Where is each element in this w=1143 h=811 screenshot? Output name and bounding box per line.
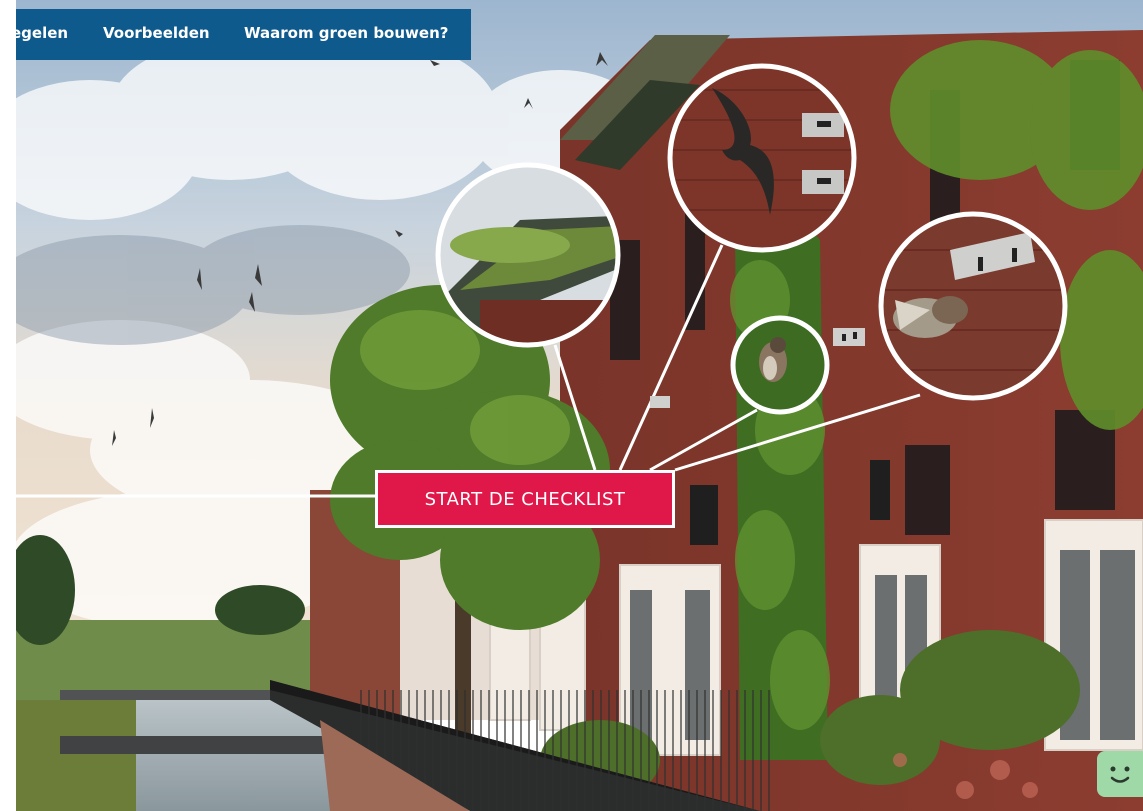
hero-image <box>16 0 1143 811</box>
start-checklist-label: START DE CHECKLIST <box>424 488 626 510</box>
page: egelen Voorbeelden Waarom groen bouwen? … <box>0 0 1143 811</box>
nav-link-waarom-groen-bouwen[interactable]: Waarom groen bouwen? <box>244 24 448 42</box>
nav-link-voorbeelden[interactable]: Voorbeelden <box>103 24 210 42</box>
smiley-chat-icon <box>1110 766 1130 783</box>
nav-link-regelen[interactable]: egelen <box>16 24 68 42</box>
chat-widget-button[interactable] <box>1097 751 1143 797</box>
top-nav: egelen Voorbeelden Waarom groen bouwen? <box>16 9 471 60</box>
start-checklist-button[interactable]: START DE CHECKLIST <box>375 470 675 528</box>
hero-scene <box>16 0 1143 811</box>
